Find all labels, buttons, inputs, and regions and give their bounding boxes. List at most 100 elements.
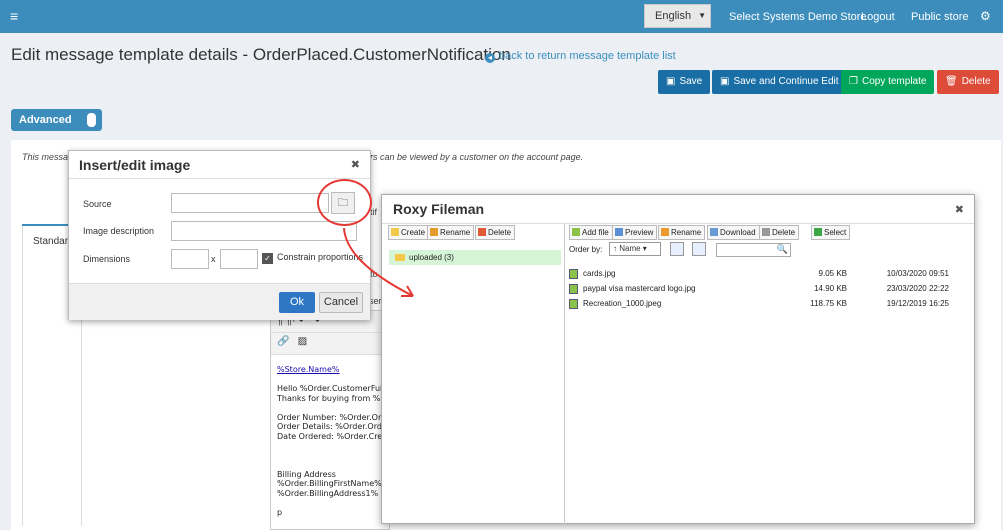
editor-line: %Order.BillingAddress1% [277, 488, 379, 498]
rename-file-label: Rename [671, 228, 702, 237]
close-icon[interactable]: ✖ [351, 158, 360, 171]
add-file-button[interactable]: Add file [569, 225, 613, 240]
download-label: Download [720, 228, 756, 237]
folder-add-icon [391, 228, 399, 236]
save-continue-button[interactable]: ▣ Save and Continue Edit [712, 70, 847, 94]
image-file-icon [569, 284, 578, 294]
toggle-knob [87, 113, 96, 127]
floppy-icon: ▣ [666, 76, 676, 87]
constrain-checkbox[interactable]: ✓ [262, 253, 273, 264]
delete-dir-button[interactable]: Delete [475, 225, 516, 240]
add-file-label: Add file [582, 228, 609, 237]
editor-link[interactable]: %Store.Name% [277, 365, 340, 374]
order-by-select[interactable]: ↑ Name ▾ [609, 242, 661, 256]
fileman-title: Roxy Fileman [393, 201, 485, 217]
delete-dir-label: Delete [488, 228, 512, 237]
file-size: 14.90 KB [814, 284, 847, 293]
body-editor[interactable]: ¶ ¶· ↶ ↷ 🔗 ▨ %Store.Name% Hello %Order.Cu… [270, 310, 390, 530]
folder-delete-icon [478, 228, 486, 236]
save-label: Save [679, 76, 703, 87]
trash-icon: 🗑 [945, 76, 958, 87]
create-dir-button[interactable]: Create [388, 225, 430, 240]
search-input[interactable]: 🔍 [716, 243, 791, 257]
store-link[interactable]: Select Systems Demo Store [729, 11, 867, 23]
search-icon: 🔍 [776, 244, 788, 254]
file-name: Recreation_1000.jpeg [583, 299, 662, 308]
delete-file-button[interactable]: Delete [759, 225, 800, 240]
pencil-icon [661, 228, 669, 236]
language-value: English [655, 10, 692, 22]
preview-label: Preview [625, 228, 654, 237]
editor-line: p [277, 507, 283, 517]
menu-icon[interactable]: ≡ [10, 9, 18, 23]
advanced-toggle[interactable]: Advanced [11, 109, 102, 131]
order-by-label: Order by: [569, 245, 603, 254]
preview-button[interactable]: Preview [612, 225, 658, 240]
delete-button[interactable]: 🗑 Delete [937, 70, 999, 94]
label-fragment: to [370, 269, 378, 279]
dialog-footer: Ok Cancel [69, 283, 370, 320]
source-label: Source [83, 199, 112, 209]
file-row[interactable]: Recreation_1000.jpeg 118.75 KB 19/12/201… [569, 297, 949, 311]
ok-button[interactable]: Ok [279, 292, 315, 313]
folder-item-uploaded[interactable]: uploaded (3) [389, 250, 561, 265]
description-input[interactable] [171, 221, 357, 241]
download-icon [710, 228, 718, 236]
link-icon[interactable]: 🔗 [277, 336, 289, 347]
cancel-button[interactable]: Cancel [319, 292, 363, 313]
thumb-view-icon[interactable] [692, 242, 706, 256]
file-add-icon [572, 228, 580, 236]
rename-dir-button[interactable]: Rename [427, 225, 475, 240]
select-button[interactable]: Select [811, 225, 851, 240]
width-input[interactable] [171, 249, 209, 269]
copy-icon: ❐ [849, 76, 858, 87]
file-name: paypal visa mastercard logo.jpg [583, 284, 696, 293]
rename-dir-label: Rename [440, 228, 471, 237]
editor-line: Order Details: %Order.Ord [277, 422, 382, 431]
annotation-circle [317, 179, 372, 226]
rename-file-button[interactable]: Rename [658, 225, 706, 240]
language-select[interactable]: English ▼ [644, 4, 711, 28]
back-link-label: back to return message template list [499, 50, 676, 62]
image-file-icon [569, 269, 578, 279]
constrain-label: Constrain proportions [277, 252, 364, 262]
save-button[interactable]: ▣ Save [658, 70, 711, 94]
editor-line: %Store.Name% [277, 365, 383, 375]
arrow-circle-left-icon: ◂ [485, 53, 495, 63]
file-size: 118.75 KB [810, 299, 847, 308]
download-button[interactable]: Download [707, 225, 760, 240]
close-icon[interactable]: ✖ [955, 203, 964, 216]
image-file-icon [569, 299, 578, 309]
select-label: Select [824, 228, 847, 237]
editor-line: Thanks for buying from % [277, 393, 381, 403]
chevron-down-icon: ▼ [698, 11, 706, 20]
divider [382, 223, 974, 224]
source-input[interactable] [171, 193, 329, 213]
delete-file-label: Delete [772, 228, 796, 237]
editor-line: Hello %Order.CustomerFul [277, 384, 383, 393]
file-row[interactable]: paypal visa mastercard logo.jpg 14.90 KB… [569, 282, 949, 296]
card-note-end: rders can be viewed by a customer on the… [357, 152, 584, 162]
delete-label: Delete [961, 76, 991, 87]
editor-toolbar-2[interactable]: 🔗 ▨ [271, 333, 389, 355]
insert-image-dialog: Insert/edit image ✖ Source 🗀 Image descr… [68, 150, 371, 320]
copy-template-button[interactable]: ❐ Copy template [841, 70, 935, 94]
file-row[interactable]: cards.jpg 9.05 KB 10/03/2020 09:51 [569, 267, 949, 281]
back-link[interactable]: ◂ back to return message template list [485, 50, 676, 63]
height-input[interactable] [220, 249, 258, 269]
advanced-label: Advanced [19, 114, 72, 126]
roxy-fileman-dialog: Roxy Fileman ✖ Create Rename Delete Add … [381, 194, 975, 524]
create-dir-label: Create [401, 228, 426, 237]
logout-link[interactable]: Logout [861, 11, 895, 23]
file-date: 23/03/2020 22:22 [886, 284, 949, 293]
gears-icon[interactable]: ⚙ [980, 9, 991, 23]
pane-divider[interactable] [564, 224, 565, 524]
divider [69, 178, 370, 179]
list-view-icon[interactable] [670, 242, 684, 256]
editor-content[interactable]: %Store.Name% Hello %Order.CustomerFul Than… [271, 355, 389, 527]
image-icon[interactable]: ▨ [298, 336, 307, 347]
public-store-link[interactable]: Public store [911, 11, 968, 23]
